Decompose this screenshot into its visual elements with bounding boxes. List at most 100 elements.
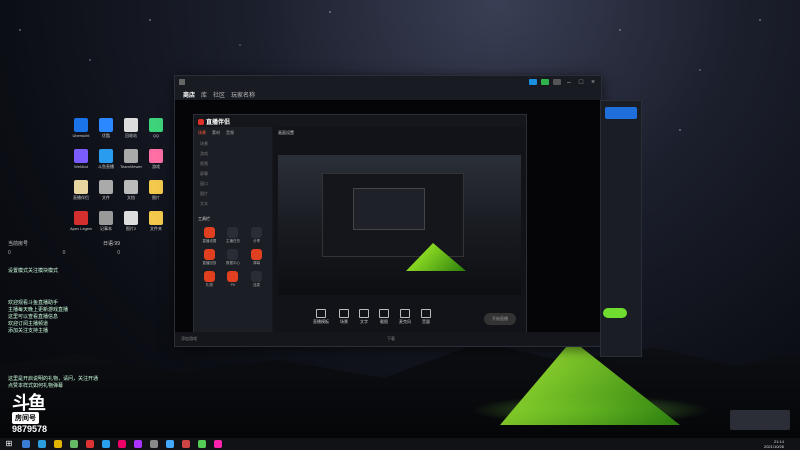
nav-community[interactable]: 社区 [213,90,225,99]
side-panel[interactable] [600,100,642,357]
app-titlebar: 直播伴侣 [194,115,526,127]
taskbar-app-icon[interactable] [214,440,222,448]
avatar[interactable] [553,78,561,85]
desktop-icon[interactable]: 直播伴侣 [70,180,92,201]
taskbar-app-icon[interactable] [134,440,142,448]
bottom-tool-button[interactable]: 文字 [359,309,369,325]
desktop-icon[interactable]: 游戏 [145,149,167,170]
desktop-icon[interactable]: 优酷 [95,118,117,139]
bottom-toolbar: 直播模板 场景 文字 截图 麦克风 音量 开始直播 [313,309,516,325]
tool-button[interactable]: 分享 [247,227,266,244]
app-icon [99,180,113,194]
notification-popup[interactable] [730,410,790,430]
desktop-icon[interactable]: QQ [145,118,167,139]
tool-button[interactable]: 弹幕 [247,249,266,266]
minimize-button[interactable]: – [565,79,573,86]
tool-button[interactable]: 直播设置 [200,227,219,244]
nav-store[interactable]: 商店 [183,90,195,99]
desktop-icon[interactable]: 文件夹 [145,211,167,232]
bottom-tool-button[interactable]: 麦克风 [399,309,411,325]
bottom-tool-icon [421,309,431,318]
taskbar-app-icon[interactable] [198,440,206,448]
app-icon [124,211,138,225]
system-tray-clock[interactable]: 21:14 2021/10/26 [764,439,800,449]
desktop-icon-label: Apex Legends [70,226,92,231]
app-icon [99,149,113,163]
panel-highlight[interactable] [605,107,637,119]
tool-icon [251,249,263,260]
start-live-button[interactable]: 开始直播 [484,313,516,325]
nav-library[interactable]: 库 [201,90,207,99]
tools-title: 工具栏 [198,216,210,221]
desktop-icon[interactable]: WeMod [70,149,92,170]
desktop-icon[interactable]: 斗鱼直播 [95,149,117,170]
taskbar-app-icon[interactable] [38,440,46,448]
taskbar-app-icon[interactable] [102,440,110,448]
notice-line: 添加关注支持主播 [8,328,49,334]
tool-icon [227,227,239,238]
stat-2: 0 [62,250,66,256]
taskbar-app-icon[interactable] [150,440,158,448]
taskbar-app-icon[interactable] [166,440,174,448]
windows-logo-icon[interactable]: ⊞ [4,439,14,449]
streaming-app-window[interactable]: 直播伴侣 场景 素材 音频 场景 游戏 视频 屏幕 窗口 图片 文本 工具栏 直播设置 主播任… [193,114,527,334]
tab-material[interactable]: 素材 [212,130,220,136]
taskbar-app-icon[interactable] [54,440,62,448]
desktop-icon[interactable]: 图片2 [120,211,142,232]
tool-button[interactable]: 数据中心 [224,249,243,266]
panel-green-button[interactable] [603,308,627,318]
source-item[interactable]: 图片 [194,189,272,199]
notification-icon[interactable] [541,78,549,85]
bottom-notice-line: 这里是开启说明的礼物，请问，关注开通 [8,376,99,382]
tab-audio[interactable]: 音频 [226,130,234,136]
bottom-tool-label: 场景 [340,319,348,324]
maximize-button[interactable]: □ [577,79,585,86]
add-game-button[interactable]: 添加游戏 [181,336,197,342]
app-brand: 直播伴侣 [198,117,230,126]
bottom-tool-button[interactable]: 直播模板 [313,309,329,325]
bottom-notice-line: 点赞本样式如何礼物弹幕 [8,383,64,389]
tool-button[interactable]: 直播回放 [200,249,219,266]
douyu-logo: 斗鱼 房间号 9879578 [12,394,60,434]
source-item[interactable]: 游戏 [194,149,272,159]
source-item[interactable]: 文本 [194,199,272,209]
window-titlebar[interactable]: – □ × [175,76,601,88]
douyu-brand: 斗鱼 [12,393,46,413]
taskbar-app-icon[interactable] [22,440,30,448]
bottom-tool-button[interactable]: 音量 [421,309,431,325]
desktop-icon[interactable]: Ubersicht [70,118,92,139]
streamer-left-label: 当前房号 [8,241,29,247]
taskbar-app-icon[interactable] [70,440,78,448]
source-item[interactable]: 屏幕 [194,169,272,179]
desktop-icon[interactable]: Apex Legends [70,211,92,232]
bottom-tool-button[interactable]: 场景 [339,309,349,325]
source-item[interactable]: 场景 [194,139,272,149]
taskbar-app-icon[interactable] [86,440,94,448]
desktop-icon[interactable]: 文件 [95,180,117,201]
tool-button[interactable]: 主播任务 [224,227,243,244]
bottom-tool-icon [400,309,410,318]
tool-button[interactable]: 礼物 [200,271,219,288]
tool-button[interactable]: PK [224,271,243,288]
desktop-icon[interactable]: 图片 [145,180,167,201]
app-icon [149,149,163,163]
bottom-tool-button[interactable]: 截图 [379,309,389,325]
close-button[interactable]: × [589,79,597,86]
source-item[interactable]: 窗口 [194,179,272,189]
desktop-icon[interactable]: 回收站 [120,118,142,139]
tool-button[interactable]: 连麦 [247,271,266,288]
desktop-icon[interactable]: 文档 [120,180,142,201]
downloads-button[interactable]: 下载 [387,336,395,342]
tab-scene[interactable]: 场景 [198,130,206,136]
window-nav: 商店 库 社区 玩家名称 [175,88,601,101]
friends-icon[interactable] [529,78,537,85]
taskbar-app-icon[interactable] [182,440,190,448]
launcher-window[interactable]: – □ × 商店 库 社区 玩家名称 直播伴侣 场景 素材 音频 场景 游戏 视频屏… [174,75,602,347]
nav-profile[interactable]: 玩家名称 [231,90,255,99]
app-sidebar: 场景 素材 音频 场景 游戏 视频 屏幕 窗口 图片 文本 工具栏 直播设置 主播任务 分享 直播… [194,127,272,333]
desktop-icon[interactable]: 记事本 [95,211,117,232]
preview-canvas[interactable] [278,155,521,295]
source-item[interactable]: 视频 [194,159,272,169]
taskbar-app-icon[interactable] [118,440,126,448]
desktop-icon[interactable]: TeamViewer [120,149,142,170]
